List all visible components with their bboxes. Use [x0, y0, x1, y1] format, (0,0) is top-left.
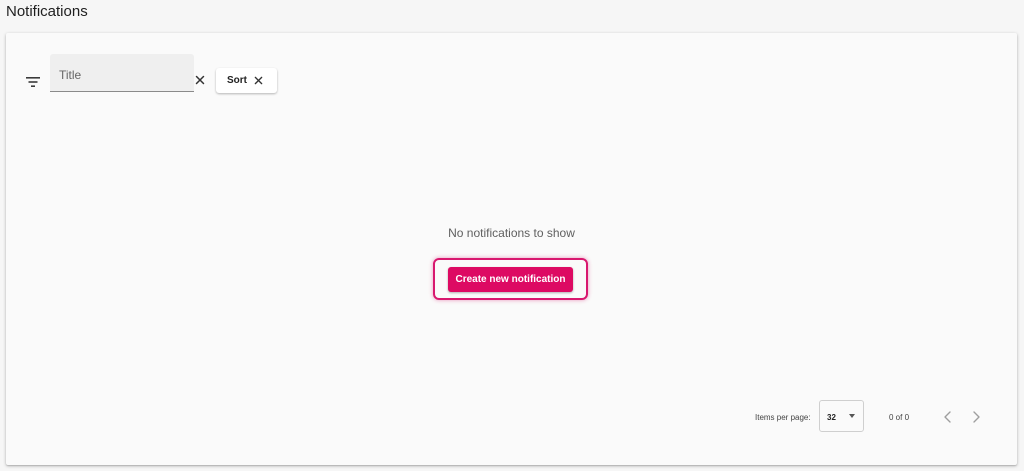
items-per-page-label: Items per page:	[755, 413, 811, 422]
title-filter-field[interactable]	[50, 54, 194, 92]
title-filter-input[interactable]	[50, 54, 194, 91]
empty-state-message: No notifications to show	[448, 226, 575, 240]
close-icon[interactable]	[195, 75, 205, 85]
create-button-focus-ring: Create new notification	[433, 258, 588, 300]
create-notification-button[interactable]: Create new notification	[448, 266, 573, 292]
page-title: Notifications	[6, 3, 88, 20]
notifications-card: Sort No notifications to show Create new…	[6, 33, 1017, 465]
close-icon[interactable]	[254, 76, 263, 85]
chevron-right-icon[interactable]	[968, 409, 984, 425]
items-per-page-value: 32	[827, 413, 836, 422]
chevron-left-icon[interactable]	[940, 409, 956, 425]
filter-list-icon[interactable]	[25, 76, 41, 88]
items-per-page-select[interactable]: 32	[819, 400, 864, 432]
sort-chip[interactable]: Sort	[216, 68, 277, 93]
pagination-range-label: 0 of 0	[889, 413, 910, 422]
sort-chip-label: Sort	[227, 75, 247, 86]
caret-down-icon	[849, 414, 855, 418]
